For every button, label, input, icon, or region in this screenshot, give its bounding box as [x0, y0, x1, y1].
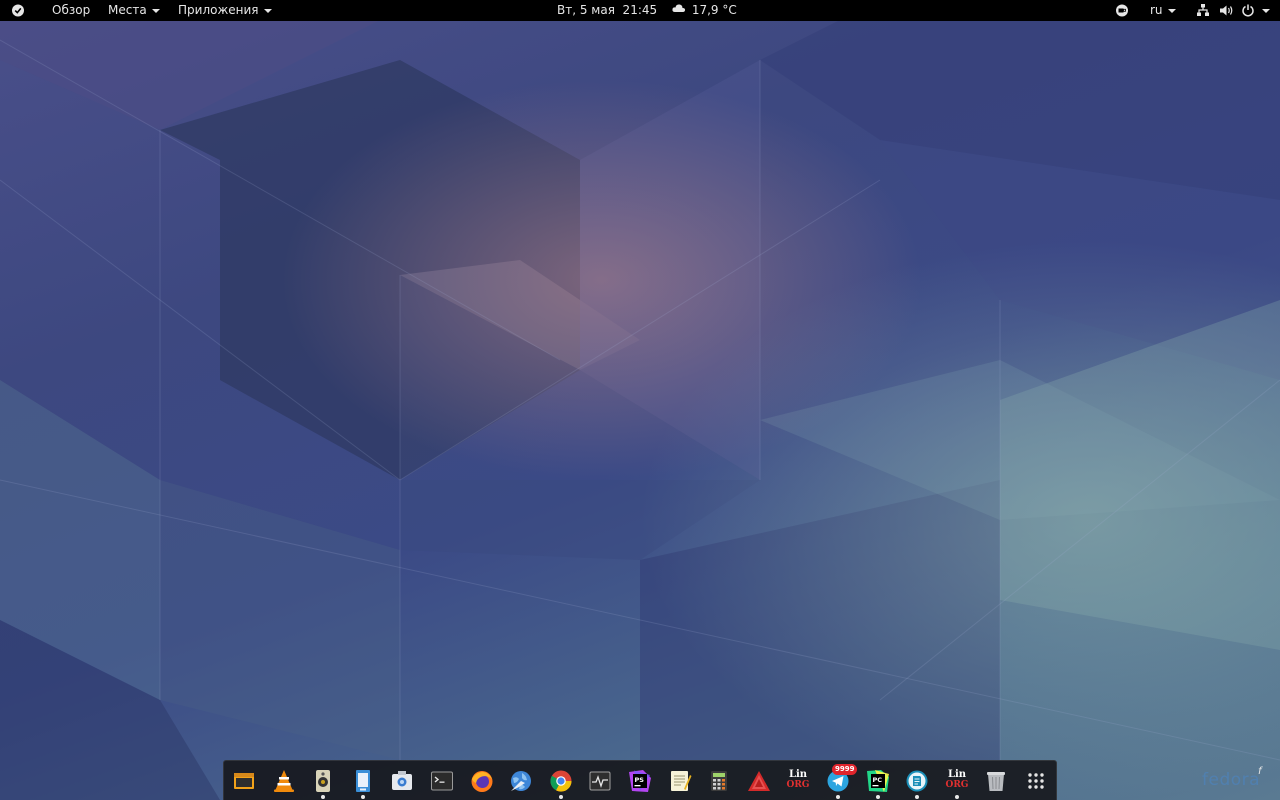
dock-app-linux-org[interactable]: Lin ORG	[784, 767, 812, 797]
power-icon[interactable]	[1241, 0, 1255, 21]
svg-text:PC: PC	[873, 776, 883, 784]
network-icon[interactable]	[1196, 0, 1210, 21]
dock-app-notes[interactable]	[903, 767, 931, 799]
dock-app-vlc[interactable]	[270, 767, 298, 797]
keyboard-layout-menu[interactable]: ru	[1150, 0, 1176, 21]
dock-app-pycharm[interactable]: PC	[864, 767, 892, 799]
firefox-icon	[471, 771, 493, 792]
places-menu[interactable]: Места	[108, 0, 160, 21]
coffee-cup-icon[interactable]	[1115, 0, 1129, 21]
notification-badge: 9999	[832, 764, 858, 775]
dock-app-chrome[interactable]	[547, 767, 575, 799]
dock-app-terminal[interactable]	[428, 767, 456, 797]
show-applications-button[interactable]	[1022, 767, 1050, 797]
dock-app-red-triangle[interactable]	[745, 767, 773, 797]
dock-app-telegram[interactable]: 9999	[824, 764, 858, 799]
speaker-icon	[316, 770, 330, 792]
volume-icon[interactable]	[1219, 0, 1235, 21]
dock-app-phpstorm[interactable]: PS	[626, 767, 654, 797]
dock-app-document-viewer[interactable]	[349, 767, 377, 799]
chevron-down-icon	[263, 8, 272, 13]
dock-app-web-browser[interactable]	[507, 767, 535, 797]
text-editor-icon	[671, 771, 692, 791]
dock-app-system-monitor[interactable]	[586, 767, 614, 797]
notes-icon	[906, 770, 928, 792]
fedora-corner-icon: f	[1258, 766, 1262, 777]
svg-text:PS: PS	[635, 776, 645, 784]
dock-app-text-editor[interactable]	[666, 767, 694, 797]
places-menu-label: Места	[108, 3, 147, 17]
keyboard-layout-label: ru	[1150, 3, 1163, 17]
running-indicator	[955, 795, 959, 799]
pycharm-icon: PC	[867, 770, 889, 792]
weather-indicator[interactable]: 17,9 °C	[672, 0, 737, 21]
chevron-down-icon	[151, 8, 160, 13]
dock-app-screenshot[interactable]	[388, 767, 416, 797]
fedora-check-icon[interactable]	[11, 0, 25, 21]
weather-temperature: 17,9 °C	[691, 3, 737, 17]
trash-icon	[987, 772, 1005, 791]
dock-app-rhythmbox[interactable]	[309, 767, 337, 799]
applications-menu[interactable]: Приложения	[178, 0, 272, 21]
chevron-down-icon[interactable]	[1257, 0, 1270, 21]
activities-button[interactable]: Обзор	[52, 0, 90, 21]
dock-app-firefox[interactable]	[468, 767, 496, 797]
screenshot-icon	[392, 771, 412, 790]
vlc-icon	[274, 770, 294, 792]
app-grid-icon	[1028, 773, 1044, 789]
running-indicator	[836, 795, 840, 799]
linux-org-icon: Lin ORG	[945, 769, 969, 791]
running-indicator	[876, 795, 880, 799]
calculator-icon	[711, 771, 727, 791]
document-icon	[356, 770, 370, 792]
running-indicator	[321, 795, 325, 799]
fedora-watermark: fedora	[1202, 770, 1261, 790]
top-bar: Обзор Места Приложения Вт, 5 мая 21:45 1…	[0, 0, 1280, 21]
clock[interactable]: Вт, 5 мая 21:45	[557, 0, 657, 21]
chevron-down-icon	[1167, 8, 1176, 13]
dock-app-calculator[interactable]	[705, 767, 733, 797]
applications-menu-label: Приложения	[178, 3, 259, 17]
system-monitor-icon	[589, 771, 611, 791]
red-triangle-icon	[748, 771, 770, 791]
weather-cloud-icon	[672, 0, 686, 21]
running-indicator	[559, 795, 563, 799]
files-icon	[234, 773, 254, 789]
chrome-icon	[550, 770, 572, 792]
desktop-wallpaper	[0, 0, 1280, 800]
phpstorm-icon: PS	[629, 770, 651, 792]
linux-org-icon: Lin ORG	[786, 769, 810, 791]
running-indicator	[915, 795, 919, 799]
globe-rocket-icon	[511, 771, 531, 791]
dock: PS Lin ORG 9999 PC Lin ORG	[223, 760, 1057, 800]
dock-app-files[interactable]	[230, 767, 258, 797]
dock-app-trash[interactable]	[982, 767, 1010, 797]
running-indicator	[361, 795, 365, 799]
terminal-icon	[431, 771, 453, 791]
dock-app-linux-org-2[interactable]: Lin ORG	[943, 767, 971, 799]
